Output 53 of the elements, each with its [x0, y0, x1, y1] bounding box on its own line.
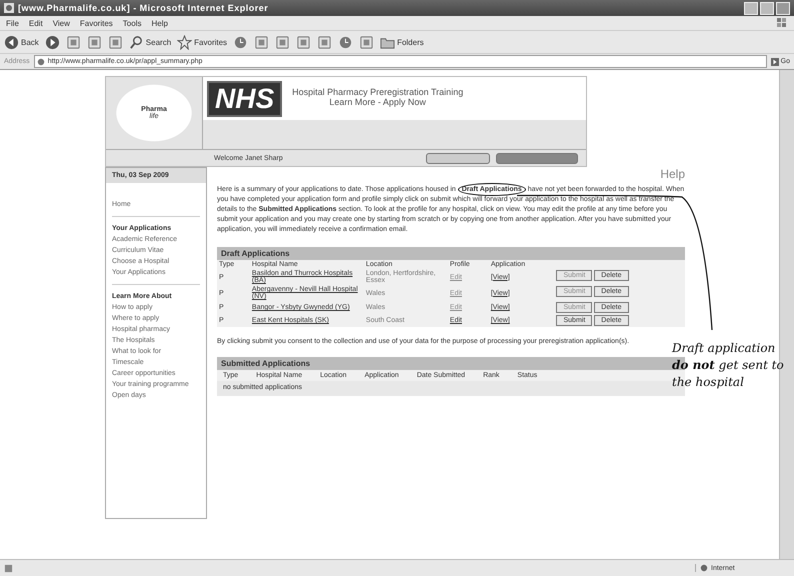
- discuss-button[interactable]: [317, 34, 332, 50]
- history-button[interactable]: [233, 34, 248, 50]
- clock-icon: [338, 34, 354, 50]
- ie-icon: [4, 3, 14, 13]
- square-icon: [317, 34, 332, 50]
- back-button[interactable]: Back: [4, 34, 39, 50]
- mail-button[interactable]: [254, 34, 270, 50]
- maximize-button[interactable]: [760, 2, 774, 14]
- header-button[interactable]: [426, 152, 490, 164]
- menu-item[interactable]: View: [52, 18, 70, 28]
- header-button[interactable]: [496, 152, 578, 164]
- section-heading: Draft Applications: [217, 247, 685, 260]
- close-button[interactable]: [776, 2, 790, 14]
- square-icon: [108, 34, 123, 50]
- square-icon: [275, 34, 290, 50]
- menu-item[interactable]: Help: [151, 18, 168, 28]
- favorites-button[interactable]: Favorites: [177, 34, 228, 50]
- search-icon: [128, 34, 144, 50]
- page-icon: [4, 564, 13, 572]
- stop-button[interactable]: [66, 34, 81, 50]
- menu-item[interactable]: Tools: [122, 18, 142, 28]
- arrow-right-icon: [44, 34, 60, 50]
- home-button[interactable]: [108, 34, 123, 50]
- windows-logo-icon: [776, 17, 788, 29]
- square-icon: [359, 34, 374, 50]
- refresh-button[interactable]: [86, 34, 102, 50]
- arrow-icon: [770, 58, 779, 66]
- globe-icon: [700, 564, 708, 572]
- menu-item[interactable]: Favorites: [80, 18, 113, 28]
- search-button[interactable]: Search: [128, 34, 172, 50]
- square-icon: [254, 34, 270, 50]
- messenger-button[interactable]: [338, 34, 354, 50]
- window-title: [www.Pharmalife.co.uk] - Microsoft Internet Explorer: [18, 3, 268, 13]
- print-button[interactable]: [275, 34, 290, 50]
- folders-button[interactable]: Folders: [380, 34, 424, 50]
- forward-button[interactable]: [44, 34, 60, 50]
- site-subtitle: Learn More - Apply Now: [329, 97, 426, 107]
- square-icon: [296, 34, 312, 50]
- clock-icon: [233, 34, 248, 50]
- help-link[interactable]: Help: [660, 167, 685, 181]
- arrow-left-icon: [4, 34, 19, 50]
- site-title: Hospital Pharmacy Preregistration Training: [292, 87, 464, 97]
- handwritten-note: Draft application do not get sent to the hospital: [672, 340, 784, 391]
- nhs-logo: NHS: [207, 81, 282, 117]
- square-icon: [66, 34, 81, 50]
- menu-item[interactable]: File: [6, 18, 19, 28]
- square-icon: [86, 34, 102, 50]
- media-button[interactable]: [359, 34, 374, 50]
- edit-button[interactable]: [296, 34, 312, 50]
- star-icon: [177, 34, 192, 50]
- menu-item[interactable]: Edit: [28, 18, 43, 28]
- minimize-button[interactable]: [744, 2, 758, 14]
- page-icon: [36, 58, 45, 66]
